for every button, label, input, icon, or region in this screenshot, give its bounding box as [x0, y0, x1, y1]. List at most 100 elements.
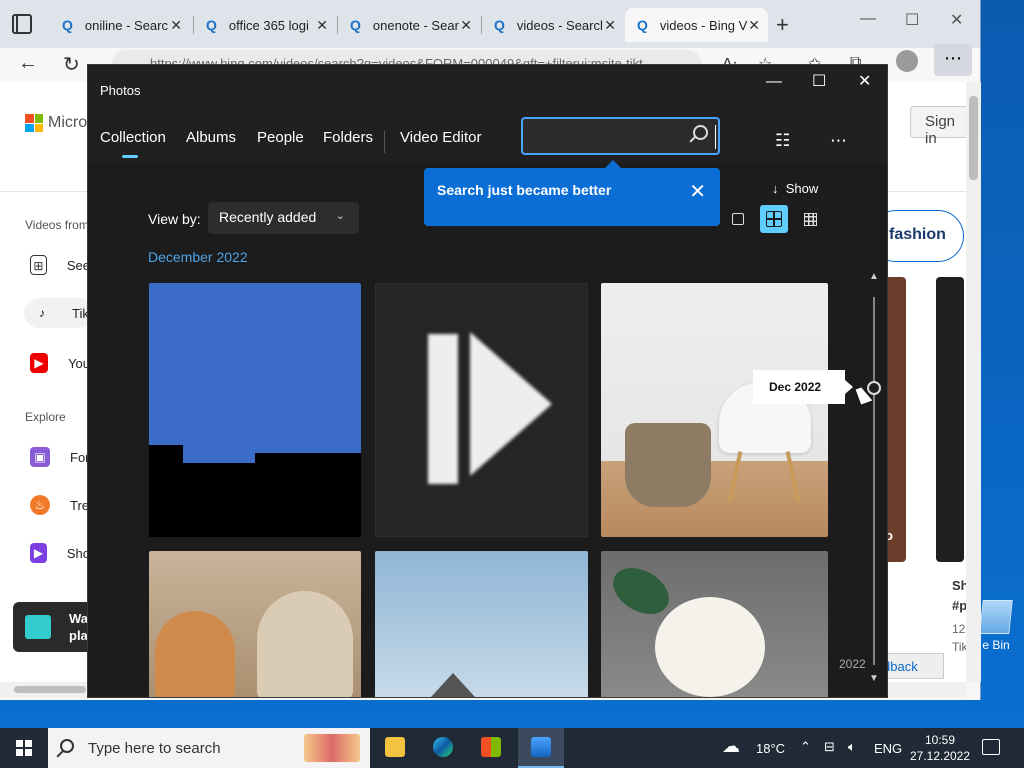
maximize-icon[interactable]: ☐ [905, 10, 919, 30]
photo-tile[interactable] [375, 551, 588, 697]
timeline-down-arrow-icon[interactable]: ▼ [869, 673, 879, 684]
taskbar: Type here to search ☁ 18°C ⌃ ⊟ 🔈︎ ENG 10… [0, 728, 1024, 768]
timeline-year-label: 2022 [839, 657, 866, 671]
video-tile[interactable] [375, 283, 588, 537]
timeline-up-arrow-icon[interactable]: ▲ [869, 271, 879, 282]
browser-tab-2[interactable]: Q office 365 logi ✕ [194, 8, 336, 42]
microsoft-logo-icon [25, 114, 43, 132]
fire-icon: ♨ [30, 495, 50, 515]
grid-view-icon [766, 211, 782, 227]
volume-icon[interactable]: 🔈︎ [848, 739, 856, 755]
start-windows-icon[interactable] [16, 740, 32, 756]
close-tab-icon[interactable]: ✕ [460, 17, 472, 34]
close-tab-icon[interactable]: ✕ [604, 17, 616, 34]
timeline-tooltip: Dec 2022 [753, 370, 853, 404]
search-teaching-tip: Search just became better ✕ [424, 160, 720, 226]
refresh-icon[interactable]: ↻ [63, 52, 80, 77]
video-card[interactable] [936, 277, 964, 562]
notification-center-icon[interactable] [982, 739, 1000, 755]
shorts-icon: ▶ [30, 543, 47, 563]
youtube-icon: ▶ [30, 353, 49, 373]
search-placeholder: Type here to search [88, 740, 221, 757]
tab-video-editor[interactable]: Video Editor [400, 129, 481, 146]
search-input[interactable] [531, 125, 681, 147]
tiktok-icon: ♪ [39, 306, 45, 320]
settings-more-button[interactable]: ⋯ [934, 44, 972, 76]
sidebar-item-youtube[interactable]: ▶ You [30, 348, 90, 378]
close-icon[interactable]: ✕ [950, 10, 963, 30]
close-tab-icon[interactable]: ✕ [748, 17, 760, 34]
recycle-bin-label: e Bin [982, 638, 1010, 652]
taskbar-search-box[interactable]: Type here to search [48, 728, 370, 768]
tab-title: videos - Bing V [659, 17, 748, 33]
view-medium-grid-button[interactable] [760, 205, 788, 233]
photo-tile[interactable] [149, 551, 361, 697]
explore-item-trending[interactable]: ♨ Tre [30, 490, 90, 520]
tip-text: Search just became better [437, 182, 612, 198]
browser-tab-3[interactable]: Q onenote - Sear ✕ [338, 8, 480, 42]
tab-people[interactable]: People [257, 129, 304, 146]
view-single-button[interactable] [724, 205, 752, 233]
photo-tile[interactable] [601, 283, 828, 537]
chevron-up-icon[interactable]: ⌃ [800, 739, 811, 755]
show-button[interactable]: ↓ Show [772, 181, 818, 196]
explore-item-for[interactable]: ▣ For [30, 442, 90, 472]
edge-icon [433, 737, 453, 757]
maximize-icon[interactable]: ☐ [812, 71, 826, 91]
store-taskbar-button[interactable] [468, 728, 514, 768]
tab-actions-button[interactable] [12, 14, 32, 34]
select-list-icon[interactable]: ☷ [775, 131, 790, 151]
search-icon [60, 739, 74, 753]
weather-cloud-icon[interactable]: ☁ [722, 736, 740, 757]
search-icon[interactable] [693, 125, 708, 140]
single-view-icon [732, 213, 744, 225]
photo-tile[interactable] [601, 551, 828, 697]
network-icon[interactable]: ⊟ [824, 739, 835, 755]
input-language[interactable]: ENG [874, 741, 902, 756]
tab-title: oniline - Searc [84, 17, 168, 33]
sidebar-item-see[interactable]: ⊞ See [30, 250, 90, 280]
file-explorer-taskbar-button[interactable] [372, 728, 418, 768]
photo-tile[interactable] [149, 283, 361, 537]
promo-banner[interactable]: Wa pla [13, 602, 93, 652]
browser-tab-4[interactable]: Q videos - Searcl ✕ [482, 8, 624, 42]
photos-taskbar-button[interactable] [518, 728, 564, 768]
back-arrow-icon[interactable]: ← [18, 52, 38, 75]
browser-tab-1[interactable]: Q oniline - Searc ✕ [50, 8, 190, 42]
search-highlight-calendar-icon [304, 734, 360, 762]
tab-title: office 365 logi [228, 17, 309, 33]
recycle-bin-icon [979, 600, 1013, 634]
profile-avatar[interactable] [896, 50, 918, 72]
new-tab-button[interactable]: + [776, 12, 789, 38]
tab-title: onenote - Sear [372, 17, 459, 33]
photos-search-box[interactable] [521, 117, 720, 155]
tab-folders[interactable]: Folders [323, 129, 373, 146]
weather-temperature[interactable]: 18°C [756, 741, 785, 756]
sign-in-button[interactable]: Sign in [910, 106, 970, 147]
date-section-heading: December 2022 [148, 249, 248, 265]
timeline-scrubber[interactable] [873, 297, 875, 665]
edge-taskbar-button[interactable] [420, 728, 466, 768]
close-icon[interactable]: ✕ [858, 71, 871, 91]
clock[interactable]: 10:59 27.12.2022 [900, 732, 980, 764]
tab-collection[interactable]: Collection [100, 129, 166, 158]
close-tab-icon[interactable]: ✕ [170, 17, 182, 34]
search-icon: Q [350, 17, 361, 33]
tab-albums[interactable]: Albums [186, 129, 236, 146]
close-tab-icon[interactable]: ✕ [316, 17, 328, 34]
photos-app-window: Photos — ☐ ✕ Collection Albums People Fo… [87, 64, 888, 698]
sidebar-item-tiktok[interactable]: ♪ Tik [24, 298, 94, 328]
search-icon: Q [206, 17, 217, 33]
vertical-scrollbar[interactable] [966, 82, 981, 682]
app-store-icon [25, 615, 51, 639]
more-options-icon[interactable]: ⋯ [830, 131, 847, 151]
browser-tab-5-active[interactable]: Q videos - Bing V ✕ [625, 8, 768, 42]
explore-item-shorts[interactable]: ▶ Sho [30, 538, 90, 568]
close-tip-icon[interactable]: ✕ [689, 179, 706, 204]
view-by-dropdown[interactable]: Recently added ⌄ [208, 202, 359, 234]
minimize-icon[interactable]: — [766, 73, 782, 91]
minimize-icon[interactable]: — [860, 10, 876, 28]
explore-title: Explore [25, 410, 66, 424]
sidebar-title: Videos from [25, 218, 89, 232]
view-small-grid-button[interactable] [796, 205, 824, 233]
